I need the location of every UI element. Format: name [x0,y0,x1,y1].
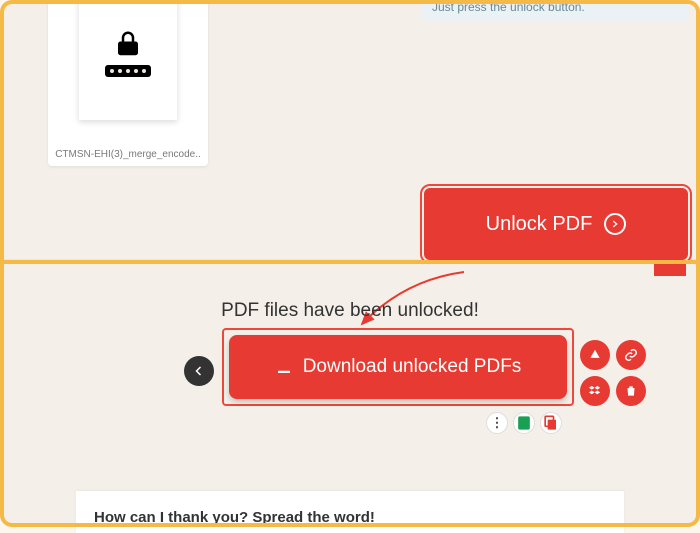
more-icon: ⋮ [491,415,504,431]
result-panel: PDF files have been unlocked! Download u… [4,264,696,523]
download-icon [275,358,293,376]
unlock-pdf-button[interactable]: Unlock PDF [424,188,688,260]
delete-button[interactable] [616,376,646,406]
thank-you-text: How can I thank you? Spread the word! [94,509,375,526]
more-options-button[interactable]: ⋮ [486,412,508,434]
download-unlocked-button[interactable]: Download unlocked PDFs [229,335,567,399]
download-highlight-frame: Download unlocked PDFs [222,328,574,406]
sheet-icon [514,413,534,433]
upload-panel: CTMSN-EHI(3)_merge_encode.. Just press t… [4,4,696,260]
link-icon [624,348,638,362]
arrow-right-icon [604,213,626,235]
copy-icon [541,413,561,433]
file-caption: CTMSN-EHI(3)_merge_encode.. [48,149,208,160]
download-label: Download unlocked PDFs [303,356,522,378]
trash-icon [624,384,638,398]
secondary-actions: ⋮ [486,412,562,434]
lock-icon [105,27,151,77]
share-row [580,340,646,406]
dropbox-icon [588,384,602,398]
success-heading: PDF files have been unlocked! [4,300,696,322]
copy-button[interactable] [540,412,562,434]
back-icon [193,365,205,377]
accent-strip [654,264,686,276]
google-drive-icon [588,348,602,362]
sheet-button[interactable] [513,412,535,434]
google-drive-button[interactable] [580,340,610,370]
password-dots [105,65,151,77]
info-banner: Just press the unlock button. [422,0,688,22]
copy-link-button[interactable] [616,340,646,370]
back-button[interactable] [184,356,214,386]
unlock-pdf-label: Unlock PDF [486,213,593,236]
dropbox-button[interactable] [580,376,610,406]
file-thumbnail [79,0,177,120]
file-card[interactable]: CTMSN-EHI(3)_merge_encode.. [48,0,208,166]
